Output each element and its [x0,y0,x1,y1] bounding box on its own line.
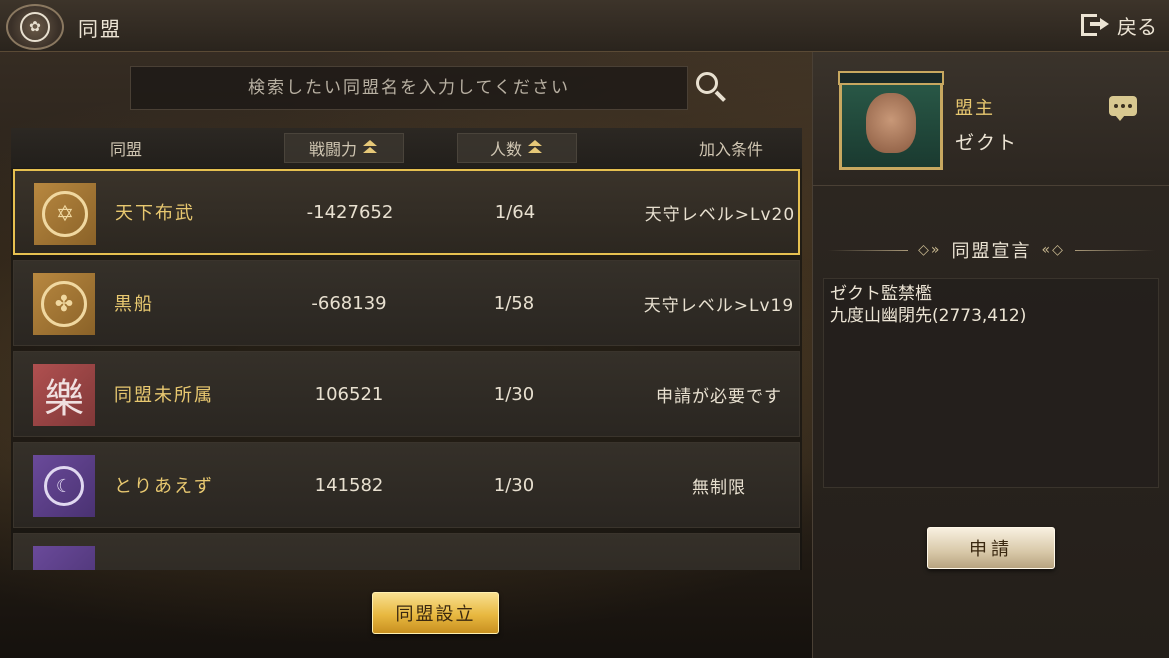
apply-button[interactable]: 申請 [927,527,1055,569]
alliance-condition: 天守レベル>Lv19 [643,295,795,316]
column-header-condition: 加入条件 [698,140,763,159]
sort-icon [526,140,544,156]
alliance-name: とりあえず [114,476,214,497]
table-header: 同盟 戦闘力 人数 加入条件 [11,128,802,168]
declaration-title: 同盟宣言 [951,241,1032,262]
leader-section: 盟主 ゼクト [813,52,1169,186]
alliance-members: 1/64 [494,201,536,223]
column-header-members-label: 人数 [489,140,522,159]
alliance-condition: 無制限 [692,477,746,498]
table-row[interactable]: 樂 同盟未所属 106521 1/30 申請が必要です [13,351,800,437]
back-label: 戻る [1117,14,1157,39]
star-in-circle-icon: ✡ [34,183,96,245]
table-row[interactable]: ✡ 天下布武 -1427652 1/64 天守レベル>Lv20 [13,169,800,255]
sort-icon [361,140,379,156]
crest-icon [33,546,95,570]
column-header-power[interactable]: 戦闘力 [284,133,404,163]
column-header-name: 同盟 [109,140,142,159]
chat-icon[interactable] [1109,96,1137,121]
alliance-power: -668139 [311,292,387,314]
crescent-crest-icon: ☾ [33,455,95,517]
search-bar [130,66,688,110]
column-header-members[interactable]: 人数 [457,133,577,163]
declaration-line: ゼクト監禁檻 [830,284,932,304]
leader-name: ゼクト [955,132,1019,154]
top-bar: ✿ 同盟 戻る [0,0,1169,52]
declaration-text: ゼクト監禁檻 九度山幽閉先(2773,412) [823,278,1159,488]
clan-crest-icon: ✿ [6,4,64,50]
ornament-icon: «◇ [1041,242,1065,258]
declaration-line: 九度山幽閉先(2773,412) [830,306,1027,326]
flower-crest-icon: ✤ [33,273,95,335]
table-row[interactable]: ☾ とりあえず 141582 1/30 無制限 [13,442,800,528]
table-row[interactable]: ✤ 黒船 -668139 1/58 天守レベル>Lv19 [13,260,800,346]
divider [828,249,909,251]
alliance-name: 天下布武 [115,203,195,224]
create-alliance-button[interactable]: 同盟設立 [372,592,499,634]
alliance-condition: 申請が必要です [656,386,782,407]
alliance-members: 1/30 [493,474,535,496]
back-button[interactable]: 戻る [1081,10,1157,40]
alliance-name: 同盟未所属 [114,385,214,406]
column-header-power-label: 戦闘力 [308,140,357,159]
kanji-raku-icon: 樂 [33,364,95,426]
alliance-power: -1427652 [306,201,394,223]
alliance-members: 1/58 [493,292,535,314]
alliance-power: 141582 [314,474,384,496]
exit-icon [1081,12,1109,38]
alliance-list[interactable]: 同盟 戦闘力 人数 加入条件 ✡ 天下布武 -1427652 1/64 天守レベ… [11,128,802,570]
search-icon[interactable] [696,72,726,104]
declaration-heading: ◇» 同盟宣言 «◇ [813,236,1169,264]
table-row[interactable] [13,533,800,570]
alliance-condition: 天守レベル>Lv20 [644,204,796,225]
divider [1074,249,1155,251]
search-input[interactable] [131,67,687,109]
ornament-icon: ◇» [918,242,942,258]
leader-label: 盟主 [955,98,995,119]
alliance-members: 1/30 [493,383,535,405]
alliance-power: 106521 [314,383,384,405]
alliance-name: 黒船 [114,294,154,315]
leader-portrait [838,71,944,170]
alliance-detail-panel: 盟主 ゼクト ◇» 同盟宣言 «◇ ゼクト監禁檻 九度山幽閉先(2773,412… [812,52,1169,658]
page-title: 同盟 [78,17,122,41]
